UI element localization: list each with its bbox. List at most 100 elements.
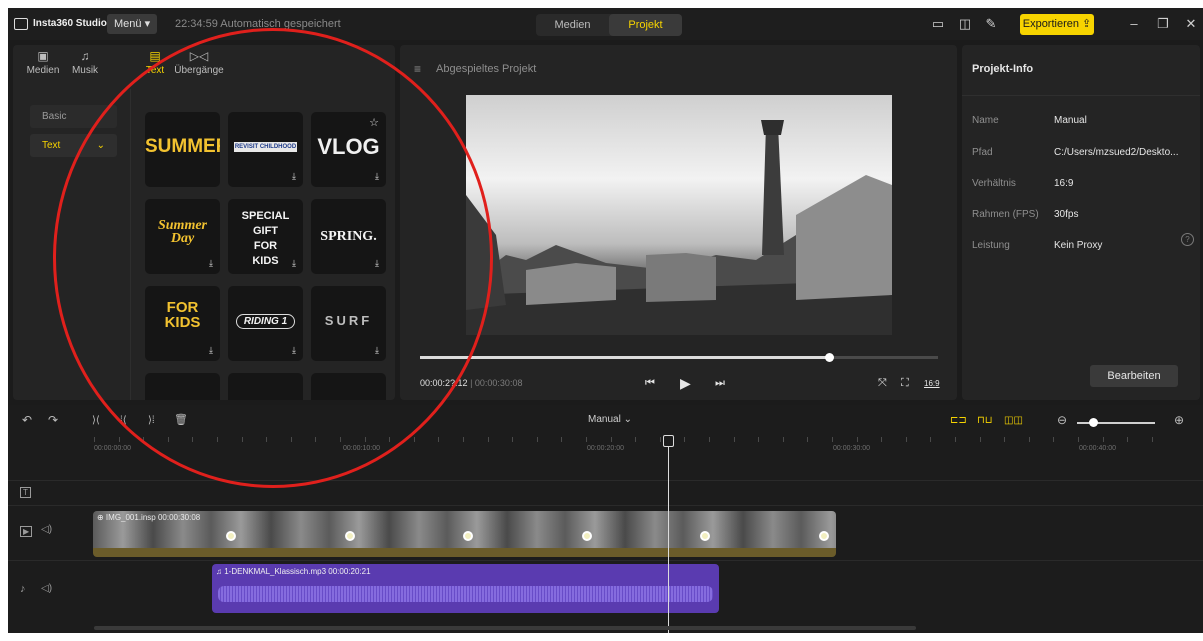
tab-medien[interactable]: Medien bbox=[536, 14, 609, 36]
template-partial[interactable] bbox=[228, 373, 303, 400]
template-partial[interactable] bbox=[145, 373, 220, 400]
template-text: Summer Day bbox=[157, 218, 207, 246]
zoom-knob[interactable] bbox=[1088, 418, 1098, 427]
scrubber-knob[interactable] bbox=[825, 353, 835, 362]
tick-label: 00:00:00:00 bbox=[94, 445, 131, 452]
text-category-nav: Basic Text ⌄ bbox=[13, 89, 131, 400]
tab-projekt[interactable]: Projekt bbox=[609, 14, 682, 36]
download-icon[interactable]: ⤓ bbox=[375, 258, 379, 269]
template-summer-day[interactable]: Summer Day ⤓ bbox=[145, 199, 220, 274]
keyframe[interactable] bbox=[226, 531, 236, 541]
star-icon[interactable]: ☆ bbox=[369, 116, 379, 129]
tab-music[interactable]: ♫ Musik bbox=[63, 49, 107, 76]
tab-text-label: Text bbox=[145, 65, 165, 76]
zoom-in-icon[interactable]: ⊕ bbox=[1174, 413, 1184, 427]
category-text-label: Text bbox=[42, 140, 61, 151]
zoom-out-icon[interactable]: ⊖ bbox=[1057, 413, 1067, 427]
tab-media[interactable]: ▣ Medien bbox=[21, 49, 65, 76]
play-icon[interactable]: ▶ bbox=[680, 375, 691, 392]
template-surf[interactable]: SURF ⤓ bbox=[311, 286, 386, 361]
info-value: 30fps bbox=[1054, 209, 1079, 220]
download-icon[interactable]: ⤓ bbox=[209, 258, 213, 269]
volume-icon[interactable]: ◁) bbox=[41, 524, 52, 535]
split-icon[interactable]: ⟩⟨ bbox=[92, 415, 100, 426]
edit-button[interactable]: Bearbeiten bbox=[1090, 365, 1178, 387]
ruler-tick bbox=[561, 437, 563, 442]
keyframe[interactable] bbox=[819, 531, 829, 541]
download-icon[interactable]: ⤓ bbox=[292, 258, 296, 269]
keyframe[interactable] bbox=[700, 531, 710, 541]
time-ruler[interactable]: 00:00:00:00 00:00:10:00 00:00:20:00 00:0… bbox=[8, 435, 1203, 465]
horizontal-scrollbar[interactable] bbox=[94, 626, 916, 630]
tick-label: 00:00:10:00 bbox=[343, 445, 380, 452]
ruler-tick bbox=[905, 437, 907, 442]
trim-right-icon[interactable]: ⟩⁞ bbox=[148, 415, 155, 426]
audio-clip[interactable]: ♫ 1-DENKMAL_Klassisch.mp3 00:00:20:21 bbox=[212, 564, 719, 613]
category-text[interactable]: Text ⌄ bbox=[30, 134, 117, 157]
ruler-tick bbox=[856, 437, 858, 442]
menu-button[interactable]: Menü ▾ bbox=[107, 14, 158, 34]
info-key: Verhältnis bbox=[972, 178, 1016, 189]
template-spring[interactable]: SPRING. ⤓ bbox=[311, 199, 386, 274]
close-icon[interactable]: ✕ bbox=[1184, 17, 1198, 31]
ruler-tick bbox=[536, 437, 538, 442]
project-info-panel: Projekt-Info Name Manual Pfad C:/Users/mzs… bbox=[962, 45, 1200, 400]
help-icon[interactable]: ? bbox=[1181, 233, 1194, 246]
ruler-tick bbox=[389, 437, 391, 442]
keyframe[interactable] bbox=[345, 531, 355, 541]
aspect-ratio-button[interactable]: 16:9 bbox=[924, 379, 940, 388]
notes-icon[interactable]: ✎ bbox=[984, 17, 998, 31]
fullscreen-icon[interactable]: ⛶ bbox=[901, 377, 909, 390]
template-riding[interactable]: RIDING 1 ⤓ bbox=[228, 286, 303, 361]
skip-back-icon[interactable]: ⏮ bbox=[645, 377, 655, 390]
volume-icon[interactable]: ◁) bbox=[41, 583, 52, 594]
trim-left-icon[interactable]: ⁞⟨ bbox=[120, 415, 127, 426]
clip-frames bbox=[93, 511, 836, 548]
ruler-tick bbox=[1078, 437, 1079, 442]
ruler-tick bbox=[659, 437, 661, 442]
download-icon[interactable]: ⤓ bbox=[375, 171, 379, 182]
preview-scrubber[interactable] bbox=[420, 353, 938, 362]
link-icon[interactable]: ◫◫ bbox=[1004, 415, 1023, 426]
snap-icon[interactable]: ⊏⊐ bbox=[950, 415, 967, 426]
playhead[interactable] bbox=[668, 437, 669, 633]
undo-icon[interactable]: ↶ bbox=[22, 413, 32, 427]
video-scene bbox=[466, 120, 892, 335]
download-icon[interactable]: ⤓ bbox=[209, 345, 213, 356]
magnet-icon[interactable]: ⊓⊔ bbox=[977, 415, 993, 426]
layout-icon[interactable]: ◫ bbox=[958, 17, 972, 31]
project-selector[interactable]: Manual ⌄ bbox=[588, 414, 632, 425]
tab-text[interactable]: ▤ Text bbox=[133, 49, 177, 76]
ruler-tick bbox=[266, 437, 268, 442]
video-frame[interactable] bbox=[466, 95, 892, 335]
reset-view-icon[interactable]: ⤧ bbox=[878, 377, 887, 390]
ruler-tick bbox=[118, 437, 120, 442]
skip-forward-icon[interactable]: ⏭ bbox=[715, 377, 725, 390]
redo-icon[interactable]: ↷ bbox=[48, 413, 58, 427]
ruler-tick bbox=[758, 437, 760, 442]
template-partial[interactable] bbox=[311, 373, 386, 400]
template-vlog[interactable]: ☆ VLOG ⤓ bbox=[311, 112, 386, 187]
minimize-icon[interactable]: – bbox=[1127, 17, 1141, 31]
keyframe[interactable] bbox=[463, 531, 473, 541]
template-text: FOR KIDS bbox=[164, 299, 201, 331]
template-special-gift[interactable]: SPECIAL GIFT FOR KIDS ⤓ bbox=[228, 199, 303, 274]
restore-icon[interactable]: ❐ bbox=[1156, 17, 1170, 31]
template-summer[interactable]: SUMMER bbox=[145, 112, 220, 187]
download-icon[interactable]: ⤓ bbox=[375, 345, 379, 356]
playhead-handle[interactable] bbox=[663, 435, 674, 447]
category-basic[interactable]: Basic bbox=[30, 105, 117, 128]
export-button[interactable]: Exportieren ⇪ bbox=[1020, 14, 1094, 35]
app-name: Insta360 Studio bbox=[33, 18, 107, 29]
subtitle-icon[interactable]: ▭ bbox=[931, 17, 945, 31]
download-icon[interactable]: ⤓ bbox=[292, 345, 296, 356]
template-revisit-childhood[interactable]: REVISIT CHILDHOOD ⤓ bbox=[228, 112, 303, 187]
video-clip[interactable]: ⊕ IMG_001.insp 00:00:30:08 bbox=[93, 511, 836, 557]
delete-icon[interactable]: 🗑 bbox=[174, 413, 188, 426]
download-icon[interactable]: ⤓ bbox=[292, 171, 296, 182]
ruler-tick bbox=[1053, 437, 1055, 442]
template-for-kids[interactable]: FOR KIDS ⤓ bbox=[145, 286, 220, 361]
tab-transitions[interactable]: ▷◁ Übergänge bbox=[173, 49, 225, 76]
keyframe[interactable] bbox=[582, 531, 592, 541]
ruler-tick bbox=[733, 437, 735, 442]
